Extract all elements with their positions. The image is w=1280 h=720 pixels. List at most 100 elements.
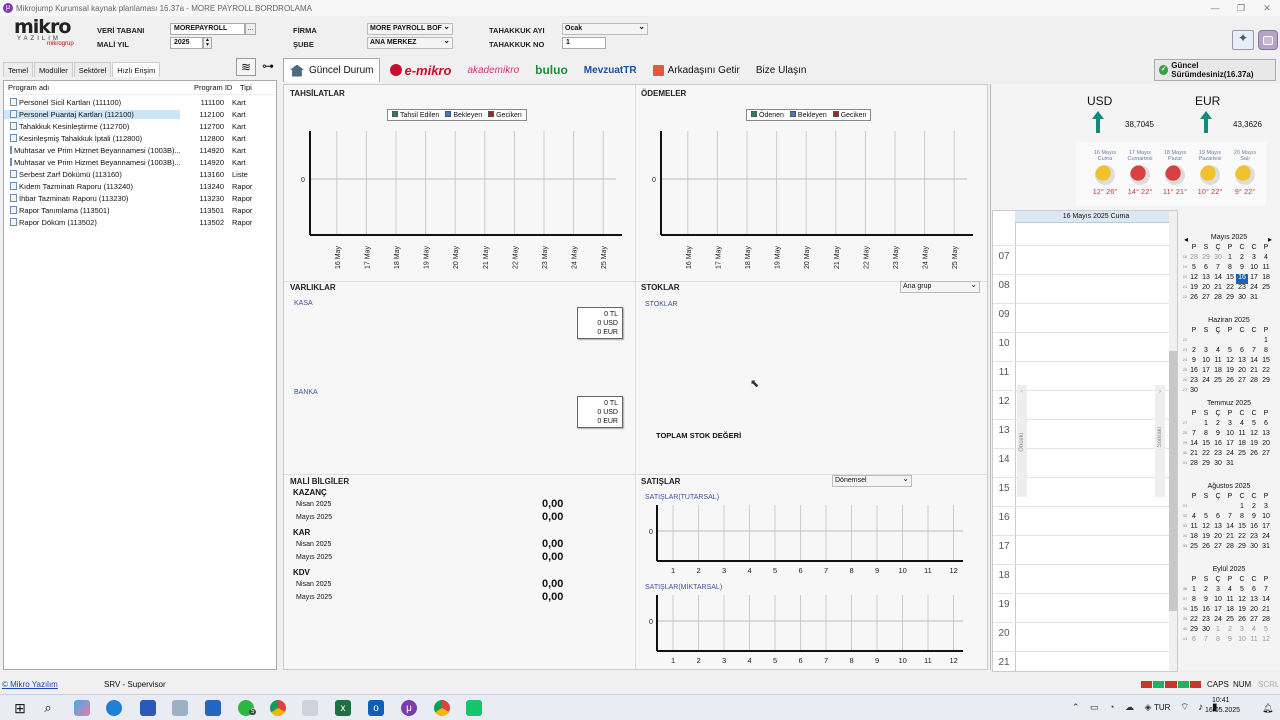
calendar-day[interactable]: 25 <box>1260 284 1272 294</box>
calendar-day[interactable]: 21 <box>1188 450 1200 460</box>
calendar-day[interactable]: 21 <box>1224 533 1236 543</box>
program-name[interactable]: Rapor Tanımlama (113501) <box>4 206 180 215</box>
calendar-day[interactable]: 23 <box>1200 616 1212 626</box>
program-name[interactable]: İhbar Tazminatı Raporu (113230) <box>4 194 180 203</box>
calendar-day[interactable]: 8 <box>1200 430 1212 440</box>
tab-emikro[interactable]: e-mikro <box>384 58 457 82</box>
calendar-day[interactable] <box>1224 387 1236 397</box>
tab-buluo[interactable]: buluo <box>529 58 574 82</box>
defender-icon[interactable] <box>140 700 156 716</box>
outlook-icon[interactable]: o <box>368 700 384 716</box>
table-row[interactable]: Rapor Tanımlama (113501) 113501 Rapor <box>4 204 276 216</box>
calendar-day[interactable]: 13 <box>1212 523 1224 533</box>
calendar-day[interactable]: 13 <box>1260 430 1272 440</box>
hour-label[interactable]: 15 <box>993 483 1015 494</box>
calendar-day[interactable]: 5 <box>1224 347 1236 357</box>
program-name[interactable]: Kesinleşmiş Tahakkuk İptali (112800) <box>4 134 180 143</box>
calendar-day[interactable]: 26 <box>1236 616 1248 626</box>
calendar-day[interactable]: 5 <box>1188 264 1200 274</box>
hour-label[interactable]: 13 <box>993 425 1015 436</box>
calendar-day[interactable]: 15 <box>1188 606 1200 616</box>
calendar-day[interactable]: 4 <box>1212 347 1224 357</box>
calendar-day[interactable]: 13 <box>1248 596 1260 606</box>
calendar-day[interactable] <box>1236 460 1248 470</box>
calendar-day[interactable]: 15 <box>1236 523 1248 533</box>
calendar-day[interactable]: 13 <box>1200 274 1212 284</box>
calendar-day[interactable]: 12 <box>1200 523 1212 533</box>
system-tray-icons[interactable]: ⌃ ▭ ◔ ☁ ◈ <box>1072 702 1155 713</box>
calendar-day[interactable]: 11 <box>1236 430 1248 440</box>
hour-label[interactable]: 07 <box>993 251 1015 262</box>
calendar-day[interactable]: 30 <box>1200 626 1212 636</box>
calendar-day[interactable] <box>1188 337 1200 347</box>
calendar-day[interactable]: 28 <box>1188 254 1200 264</box>
calendar-day[interactable]: 6 <box>1236 347 1248 357</box>
calendar-day[interactable]: 15 <box>1200 440 1212 450</box>
hour-label[interactable]: 09 <box>993 309 1015 320</box>
tab-hizli-erisim[interactable]: Hızlı Erişim <box>112 62 161 77</box>
calendar-day[interactable]: 17 <box>1212 606 1224 616</box>
calendar-day[interactable]: 23 <box>1188 377 1200 387</box>
col-tipi[interactable]: Tipi <box>240 83 252 92</box>
calendar-day[interactable] <box>1260 460 1272 470</box>
calendar-day[interactable]: 6 <box>1248 586 1260 596</box>
calendar-day[interactable]: 16 <box>1248 523 1260 533</box>
calendar-day[interactable]: 9 <box>1236 264 1248 274</box>
program-name[interactable]: Muhtasar ve Prim Hizmet Beyannamesi (100… <box>4 158 180 167</box>
calendar-day[interactable]: 26 <box>1224 377 1236 387</box>
calendar-day[interactable]: 7 <box>1260 586 1272 596</box>
calendar-day[interactable]: 20 <box>1248 606 1260 616</box>
tab-temel[interactable]: Temel <box>3 62 34 77</box>
calendar-day[interactable]: 14 <box>1260 596 1272 606</box>
calendar-day[interactable]: 8 <box>1260 347 1272 357</box>
calendar-day[interactable]: 20 <box>1260 440 1272 450</box>
program-name[interactable]: Personel Sicil Kartları (111100) <box>4 98 180 107</box>
calendar-day[interactable]: 8 <box>1224 264 1236 274</box>
app-icon-3[interactable] <box>302 700 318 716</box>
calendar-day[interactable] <box>1236 387 1248 397</box>
col-program-id[interactable]: Program ID <box>194 83 240 92</box>
calendar-day[interactable]: 23 <box>1248 533 1260 543</box>
calendar-day[interactable]: 8 <box>1236 513 1248 523</box>
calendar-day[interactable]: 20 <box>1200 284 1212 294</box>
calendar-day[interactable]: 24 <box>1248 284 1260 294</box>
calendar-day[interactable]: 7 <box>1224 513 1236 523</box>
calendar-day[interactable]: 1 <box>1260 337 1272 347</box>
calendar-day[interactable] <box>1236 337 1248 347</box>
calendar-day[interactable]: 19 <box>1188 284 1200 294</box>
col-program-adi[interactable]: Program adı <box>8 83 194 92</box>
calendar-day[interactable]: 27 <box>1248 616 1260 626</box>
program-name[interactable]: Rapor Döküm (113502) <box>4 218 180 227</box>
calendar-day[interactable]: 1 <box>1188 586 1200 596</box>
hour-label[interactable]: 18 <box>993 570 1015 581</box>
calendar-day[interactable]: 26 <box>1200 543 1212 553</box>
calendar-day[interactable]: 5 <box>1236 586 1248 596</box>
calendar-day[interactable]: 27 <box>1236 377 1248 387</box>
calendar-day[interactable]: 30 <box>1236 294 1248 304</box>
sube-select[interactable]: ANA MERKEZ <box>367 37 453 49</box>
copilot-icon[interactable] <box>74 700 90 716</box>
calendar-day[interactable] <box>1200 387 1212 397</box>
calendar-day[interactable]: 15 <box>1260 357 1272 367</box>
browse-button[interactable]: ... <box>245 23 256 35</box>
calendar-day[interactable]: 29 <box>1200 460 1212 470</box>
version-button[interactable]: ✓ Güncel Sürümdesiniz(16.37a) <box>1154 59 1276 81</box>
calendar-day[interactable]: 25 <box>1212 377 1224 387</box>
calendar-day[interactable]: 24 <box>1260 533 1272 543</box>
program-name[interactable]: Personel Puantaj Kartları (112100) <box>4 109 180 119</box>
calendar-day[interactable]: 21 <box>1212 284 1224 294</box>
calendar-day[interactable]: 30 <box>1248 543 1260 553</box>
hour-label[interactable]: 17 <box>993 541 1015 552</box>
calendar-day[interactable]: 2 <box>1200 586 1212 596</box>
calendar-day[interactable]: 12 <box>1188 274 1200 284</box>
table-row[interactable]: Kıdem Tazminatı Raporu (113240) 113240 Rap… <box>4 180 276 192</box>
calendar-day[interactable]: 12 <box>1248 430 1260 440</box>
calendar-day[interactable]: 3 <box>1212 586 1224 596</box>
calendar-day[interactable]: 6 <box>1200 264 1212 274</box>
maximize-button[interactable]: ❐ <box>1228 0 1254 16</box>
calendar-day[interactable]: 25 <box>1224 616 1236 626</box>
next-day-button[interactable]: › Sonraki <box>1155 385 1165 497</box>
calendar-day[interactable]: 3 <box>1248 254 1260 264</box>
calendar-day[interactable]: 7 <box>1188 430 1200 440</box>
calendar-day[interactable]: 3 <box>1260 503 1272 513</box>
